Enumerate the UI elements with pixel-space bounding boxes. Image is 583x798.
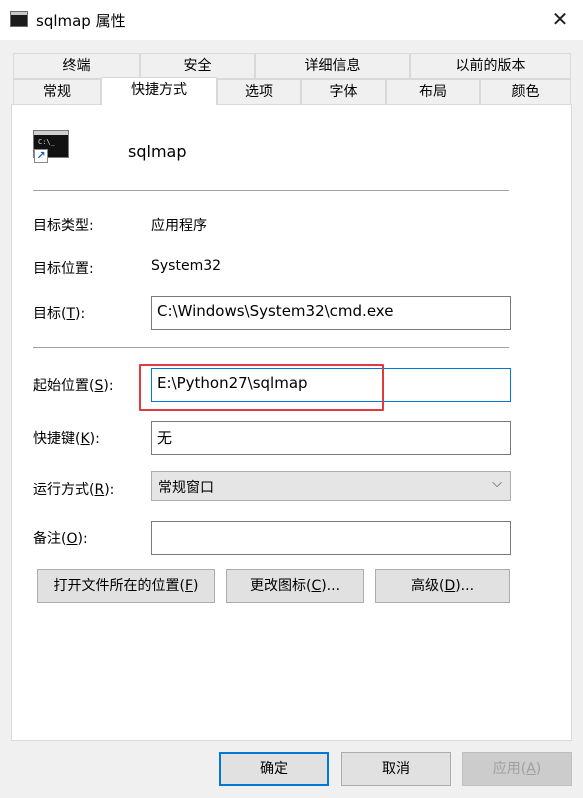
target-input[interactable]: C:\Windows\System32\cmd.exe: [151, 296, 511, 330]
chevron-down-icon: ⌵: [492, 476, 502, 491]
tab-options[interactable]: 选项: [217, 79, 301, 105]
target-type-label: 目标类型:: [33, 218, 94, 234]
cancel-button[interactable]: 取消: [341, 752, 451, 786]
tab-terminal[interactable]: 终端: [13, 53, 140, 79]
tab-previous-versions[interactable]: 以前的版本: [410, 53, 571, 79]
divider: [33, 347, 509, 348]
shortcut-name: sqlmap: [128, 142, 187, 161]
hotkey-input[interactable]: 无: [151, 421, 511, 455]
target-location-label: 目标位置:: [33, 261, 94, 277]
tab-security[interactable]: 安全: [140, 53, 255, 79]
advanced-button[interactable]: 高级(D)...: [375, 569, 510, 603]
tab-colors[interactable]: 颜色: [480, 79, 571, 105]
tab-shortcut[interactable]: 快捷方式: [101, 77, 217, 105]
cmd-shortcut-icon: C:\_ ↗: [33, 130, 69, 163]
open-file-location-button[interactable]: 打开文件所在的位置(F): [37, 569, 215, 603]
tab-font[interactable]: 字体: [301, 79, 386, 105]
comment-input[interactable]: [151, 521, 511, 555]
hotkey-label: 快捷键(K):: [33, 431, 100, 447]
title-bar: sqlmap 属性 ✕: [0, 0, 583, 40]
target-location-value: System32: [151, 258, 222, 274]
ok-button[interactable]: 确定: [219, 752, 329, 786]
comment-label: 备注(O):: [33, 531, 88, 547]
run-select-value: 常规窗口: [158, 480, 214, 496]
start-in-label: 起始位置(S):: [33, 378, 114, 394]
tab-details[interactable]: 详细信息: [255, 53, 410, 79]
highlight-box: [139, 364, 384, 411]
divider: [33, 190, 509, 191]
close-button[interactable]: ✕: [537, 0, 583, 40]
run-label: 运行方式(R):: [33, 482, 115, 498]
apply-button[interactable]: 应用(A): [462, 752, 572, 786]
tab-general[interactable]: 常规: [13, 79, 101, 105]
window-title: sqlmap 属性: [36, 12, 126, 30]
run-select[interactable]: 常规窗口 ⌵: [151, 471, 511, 501]
target-label: 目标(T):: [33, 306, 86, 322]
change-icon-button[interactable]: 更改图标(C)...: [226, 569, 364, 603]
target-type-value: 应用程序: [151, 218, 207, 234]
console-icon: [10, 11, 28, 27]
tab-layout[interactable]: 布局: [386, 79, 480, 105]
